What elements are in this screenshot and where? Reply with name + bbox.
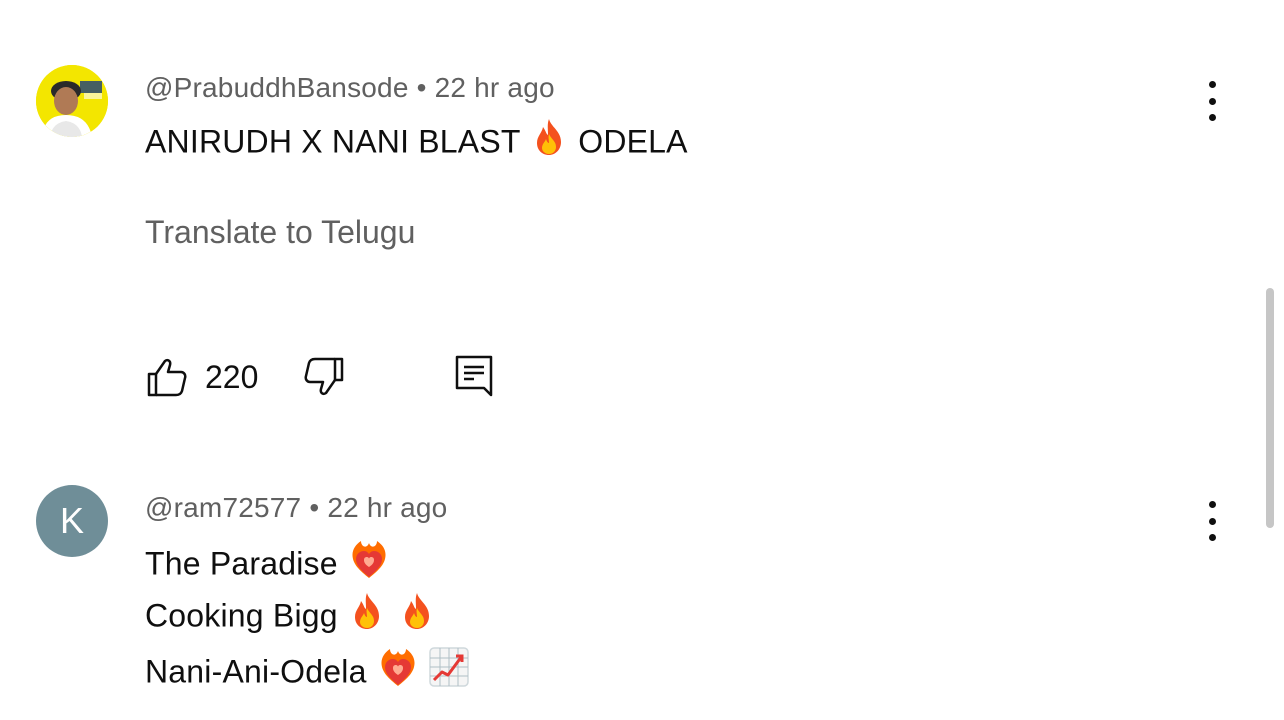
comment-meta: @PrabuddhBansode • 22 hr ago	[145, 72, 555, 104]
kebab-dot	[1208, 114, 1216, 121]
meta-separator: •	[416, 72, 427, 103]
timestamp: 22 hr ago	[434, 72, 555, 103]
comment-text-part: The Paradise	[145, 545, 347, 582]
thumb-down-outline-icon	[304, 357, 344, 396]
username-link[interactable]: @ram72577	[145, 492, 301, 523]
translate-link[interactable]: Translate to Telugu	[145, 214, 415, 251]
reply-button[interactable]	[452, 353, 496, 401]
username-link[interactable]: @PrabuddhBansode	[145, 72, 409, 103]
scrollbar-thumb[interactable]	[1266, 288, 1274, 528]
comment-text-part: ANIRUDH X NANI BLAST	[145, 123, 530, 160]
fire-emoji-icon	[347, 591, 387, 639]
kebab-dot	[1208, 97, 1216, 105]
chart-increasing-emoji-icon	[428, 646, 470, 696]
comment-text-line: Cooking Bigg	[145, 591, 437, 642]
like-button[interactable]	[145, 355, 189, 399]
avatar-letter: K	[59, 500, 84, 541]
meta-separator: •	[309, 492, 320, 523]
thumb-up-outline-icon	[147, 358, 187, 397]
kebab-dot	[1208, 81, 1216, 88]
comment-text-line: Nani-Ani-Odela	[145, 645, 470, 700]
kebab-dot	[1208, 501, 1216, 508]
comment-text-part: ODELA	[569, 123, 688, 160]
comment-text-line: The Paradise	[145, 540, 391, 592]
more-vert-icon[interactable]	[1196, 81, 1228, 121]
profile-photo-icon	[36, 65, 108, 137]
heart-on-fire-emoji-icon	[376, 645, 420, 697]
comment-text-part: Nani-Ani-Odela	[145, 653, 376, 690]
comment-text-part: Cooking Bigg	[145, 597, 347, 634]
fire-emoji-icon	[529, 117, 569, 165]
comment-meta: @ram72577 • 22 hr ago	[145, 492, 447, 524]
like-count: 220	[205, 358, 259, 395]
comment-actions: 220	[145, 353, 496, 401]
timestamp: 22 hr ago	[327, 492, 448, 523]
kebab-dot	[1208, 534, 1216, 541]
comment-text: ANIRUDH X NANI BLAST ODELA	[145, 117, 688, 168]
avatar[interactable]	[36, 65, 108, 137]
kebab-dot	[1208, 517, 1216, 525]
heart-on-fire-emoji-icon	[347, 537, 391, 589]
avatar[interactable]: K	[36, 485, 108, 557]
comment-reply-icon	[456, 355, 493, 397]
dislike-button[interactable]	[302, 355, 346, 399]
more-vert-icon[interactable]	[1196, 501, 1228, 541]
fire-emoji-icon	[397, 591, 437, 639]
